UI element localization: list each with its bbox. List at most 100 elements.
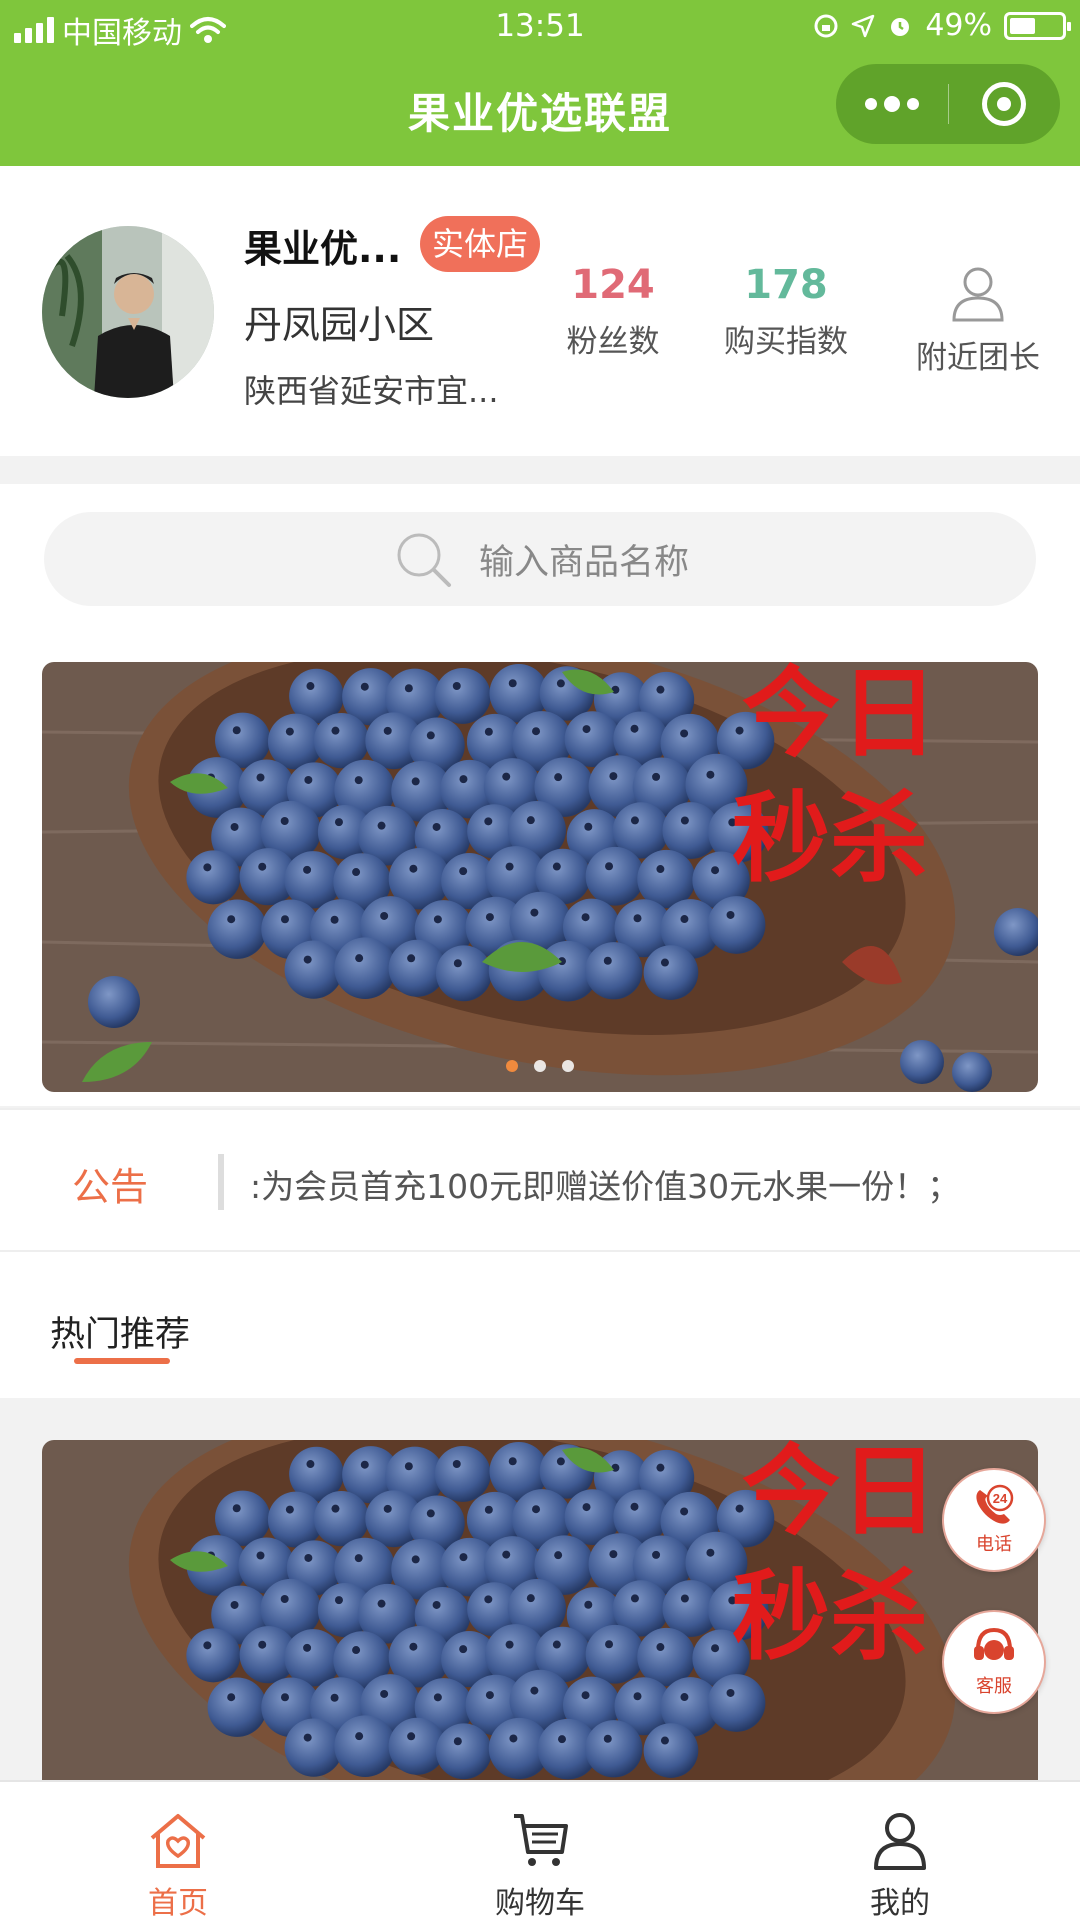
blueberry-crown — [660, 958, 669, 967]
blueberry-crown — [726, 1688, 735, 1697]
bottom-tab-bar: 首页 购物车 我的 — [0, 1780, 1080, 1920]
blueberry-crown — [331, 726, 340, 735]
promo-banner[interactable]: 今日 秒杀 — [42, 662, 1038, 1092]
blueberry-crown — [584, 822, 593, 831]
status-bar: 中国移动 13:51 49% — [0, 0, 1080, 52]
avatar[interactable] — [42, 226, 214, 398]
blueberry-crown — [303, 865, 312, 874]
blueberry-crown — [426, 1509, 435, 1518]
nav-bar: 果业优选联盟 — [0, 52, 1080, 166]
blueberry-crown — [660, 1736, 669, 1745]
hot-recommend-section: 热门推荐 — [0, 1252, 1080, 1398]
blueberry-crown — [711, 1644, 720, 1653]
blueberry-crown — [526, 1594, 535, 1603]
carousel-dot[interactable] — [562, 1060, 574, 1072]
blueberry-crown — [330, 915, 339, 924]
hot-recommend-tab[interactable]: 热门推荐 — [50, 1306, 190, 1357]
phone-button[interactable]: 24 电话 — [942, 1468, 1046, 1572]
blueberry-crown — [459, 1553, 468, 1562]
blueberry-crown — [306, 682, 315, 691]
banner-text-line1: 今日 — [742, 662, 938, 768]
announcement-text: :为会员首充100元即赠送价值30元水果一份！； — [250, 1167, 961, 1206]
blueberry-crown — [459, 775, 468, 784]
headset-icon — [974, 1627, 1014, 1660]
search-input[interactable]: 输入商品名称 — [44, 512, 1036, 606]
blueberry-crown — [258, 862, 267, 871]
blueberry-crown — [532, 1505, 541, 1514]
blueberry-crown — [630, 1594, 639, 1603]
blueberry-crown — [508, 679, 517, 688]
blueberry-crown — [652, 772, 661, 781]
fans-label: 粉丝数 — [566, 324, 660, 360]
customer-service-button[interactable]: 客服 — [942, 1610, 1046, 1714]
tab-home-label: 首页 — [148, 1886, 208, 1920]
tab-mine[interactable]: 我的 — [810, 1810, 990, 1920]
close-target-icon[interactable] — [949, 64, 1061, 144]
blueberry-crown — [377, 821, 386, 830]
tab-cart[interactable]: 购物车 — [450, 1810, 630, 1920]
cart-icon — [514, 1814, 568, 1866]
blueberry-crown — [334, 818, 343, 827]
blueberry-crown — [557, 1735, 566, 1744]
blueberry-crown — [611, 1463, 620, 1472]
carousel-dot[interactable] — [506, 1060, 518, 1072]
blueberry-crown — [409, 864, 418, 873]
blueberry-crown — [411, 1555, 420, 1564]
battery-percent: 49% — [925, 8, 992, 43]
search-icon — [397, 533, 451, 587]
community-name: 丹凤园小区 — [244, 303, 435, 347]
blueberry-crown — [582, 1503, 591, 1512]
blueberry-crown — [433, 915, 442, 924]
blueberry-crown — [581, 1691, 590, 1700]
home-heart-icon — [150, 1814, 206, 1868]
buy-index-stat[interactable]: 178 购买指数 — [706, 262, 866, 361]
fans-stat[interactable]: 124 粉丝数 — [533, 262, 693, 361]
blueberry-crown — [630, 1502, 639, 1511]
blueberry-crown — [611, 685, 620, 694]
blueberry-crown — [459, 867, 468, 876]
search-section: 输入商品名称 今日 秒杀 — [0, 484, 1080, 1106]
blueberry — [284, 1718, 343, 1777]
blueberry-crown — [582, 725, 591, 734]
phone-label: 电话 — [976, 1534, 1012, 1555]
blueberry-crown — [303, 955, 312, 964]
search-placeholder: 输入商品名称 — [478, 542, 689, 583]
carousel-dot[interactable] — [534, 1060, 546, 1072]
avatar-image — [42, 226, 214, 398]
blueberry — [334, 937, 396, 1000]
nearby-leader-button[interactable]: 附近团长 — [898, 262, 1058, 377]
blueberry-crown — [280, 1693, 289, 1702]
blueberry-crown — [656, 1463, 665, 1472]
blueberry-crown — [432, 1600, 441, 1609]
store-profile: 果业优... 实体店 丹凤园小区 陕西省延安市宜... 124 粉丝数 178 … — [0, 166, 1080, 456]
announcement-divider — [218, 1154, 224, 1210]
more-dots-icon[interactable] — [836, 64, 948, 144]
blueberry-crown — [505, 1640, 514, 1649]
blueberry-crown — [680, 1507, 689, 1516]
announcement-label: 公告 — [72, 1165, 149, 1209]
mini-program-capsule — [836, 64, 1060, 144]
blueberry-crown — [552, 862, 561, 871]
announcement-bar[interactable]: 公告 :为会员首充100元即赠送价值30元水果一份！； — [0, 1108, 1080, 1252]
tab-cart-label: 购物车 — [495, 1886, 585, 1920]
blueberry-crown — [304, 1553, 313, 1562]
blueberry — [434, 1446, 491, 1502]
blueberry-crown — [680, 915, 689, 924]
blueberry-crown — [656, 1643, 665, 1652]
blueberry-crown — [502, 1550, 511, 1559]
blueberry — [435, 945, 492, 1002]
blueberry-crown — [484, 1505, 493, 1514]
product-banner[interactable]: 今日 秒杀 — [42, 1440, 1038, 1780]
blueberry-crown — [605, 862, 614, 871]
blueberry-crown — [609, 772, 618, 781]
buy-index-label: 购买指数 — [724, 324, 848, 360]
blueberry-crown — [280, 915, 289, 924]
blueberry-crown — [509, 1734, 518, 1743]
blueberry-crown — [256, 773, 265, 782]
blueberry-crown — [433, 1693, 442, 1702]
fans-count: 124 — [571, 262, 655, 308]
blueberry-crown — [280, 817, 289, 826]
tab-home[interactable]: 首页 — [88, 1810, 268, 1920]
blueberry-crown — [554, 1551, 563, 1560]
blueberry-crown — [432, 822, 441, 831]
